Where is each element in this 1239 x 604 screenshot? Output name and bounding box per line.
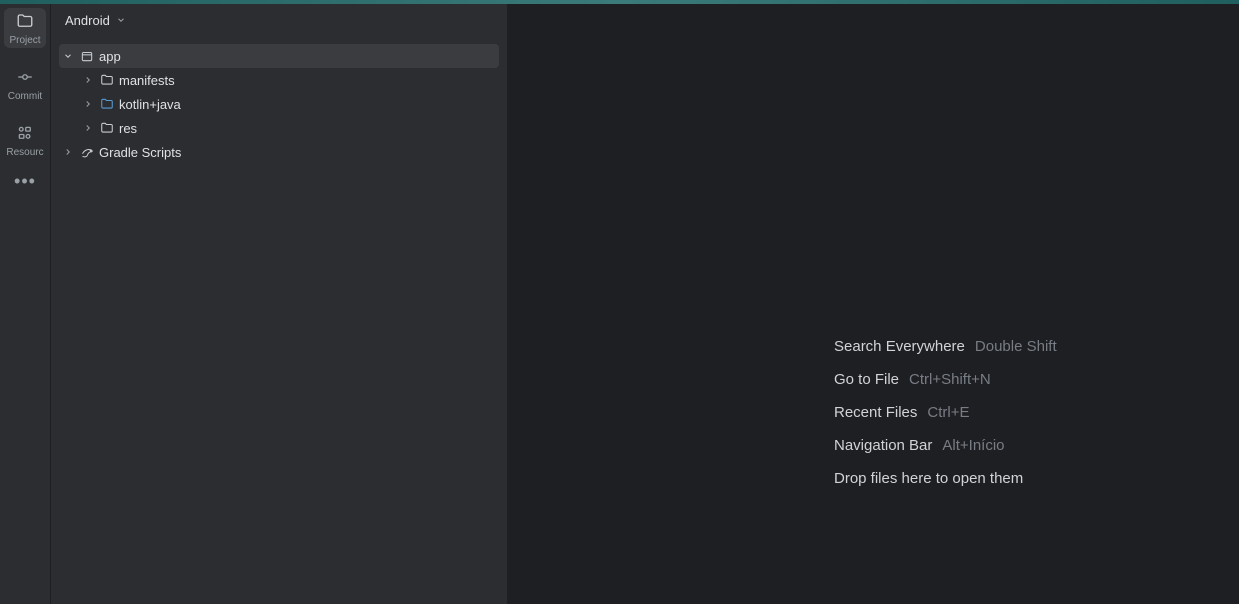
window-top-accent: [0, 0, 1239, 4]
hint-navigation-bar[interactable]: Navigation Bar Alt+Início: [834, 437, 1057, 454]
hint-recent-files[interactable]: Recent Files Ctrl+E: [834, 404, 1057, 421]
rail-commit[interactable]: Commit: [4, 64, 46, 104]
folder-icon: [99, 73, 115, 87]
editor-empty-state: Search Everywhere Double Shift Go to Fil…: [508, 0, 1239, 604]
editor-hints: Search Everywhere Double Shift Go to Fil…: [834, 338, 1057, 487]
chevron-right-icon: [81, 75, 95, 85]
tree-node-gradle-scripts[interactable]: Gradle Scripts: [59, 140, 499, 164]
hint-shortcut: Ctrl+E: [927, 404, 969, 421]
hint-label: Drop files here to open them: [834, 470, 1023, 487]
hint-label: Go to File: [834, 371, 899, 388]
project-view-label: Android: [65, 13, 110, 28]
folder-icon: [99, 121, 115, 135]
chevron-down-icon: [61, 51, 75, 61]
tree-node-label: app: [99, 49, 121, 64]
more-icon: •••: [14, 171, 36, 191]
tree-node-label: kotlin+java: [119, 97, 181, 112]
rail-commit-label: Commit: [8, 91, 42, 102]
hint-drop-files: Drop files here to open them: [834, 470, 1057, 487]
hint-shortcut: Ctrl+Shift+N: [909, 371, 991, 388]
hint-label: Navigation Bar: [834, 437, 932, 454]
gradle-icon: [79, 145, 95, 160]
rail-project[interactable]: Project: [4, 8, 46, 48]
hint-go-to-file[interactable]: Go to File Ctrl+Shift+N: [834, 371, 1057, 388]
chevron-right-icon: [81, 99, 95, 109]
chevron-down-icon: [116, 15, 126, 25]
hint-shortcut: Double Shift: [975, 338, 1057, 355]
rail-resource-manager[interactable]: Resourc: [4, 120, 46, 160]
commit-icon: [16, 68, 34, 89]
tree-node-manifests[interactable]: manifests: [59, 68, 499, 92]
tree-node-label: manifests: [119, 73, 175, 88]
tree-node-res[interactable]: res: [59, 116, 499, 140]
project-tree: app manifests kotlin+java: [51, 40, 507, 168]
chevron-right-icon: [81, 123, 95, 133]
hint-label: Recent Files: [834, 404, 917, 421]
rail-more-button[interactable]: •••: [14, 172, 36, 190]
tool-rail: Project Commit Resourc •••: [0, 0, 51, 604]
source-folder-icon: [99, 97, 115, 111]
rail-project-label: Project: [9, 35, 40, 46]
resource-icon: [16, 124, 34, 145]
folder-icon: [16, 12, 34, 33]
chevron-right-icon: [61, 147, 75, 157]
hint-label: Search Everywhere: [834, 338, 965, 355]
tree-node-kotlin-java[interactable]: kotlin+java: [59, 92, 499, 116]
rail-resource-label: Resourc: [6, 147, 43, 158]
tree-node-label: res: [119, 121, 137, 136]
hint-shortcut: Alt+Início: [942, 437, 1004, 454]
tree-node-label: Gradle Scripts: [99, 145, 181, 160]
project-view-selector[interactable]: Android: [51, 0, 507, 40]
project-tool-window: Android app manifests: [51, 0, 508, 604]
module-icon: [79, 49, 95, 63]
tree-node-app[interactable]: app: [59, 44, 499, 68]
hint-search-everywhere[interactable]: Search Everywhere Double Shift: [834, 338, 1057, 355]
